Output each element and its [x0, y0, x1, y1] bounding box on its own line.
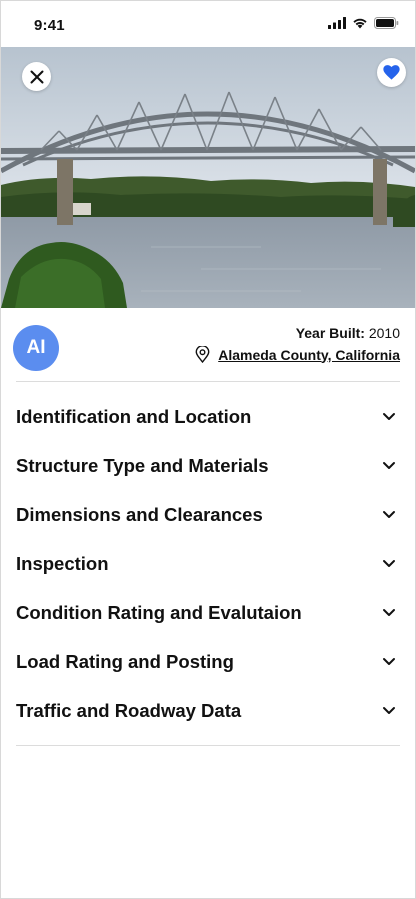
bridge-photo: [1, 47, 415, 308]
status-time: 9:41: [34, 17, 65, 34]
chevron-down-icon: [382, 559, 396, 568]
bridge-summary: AI Year Built: 2010 Alameda County, Cali…: [13, 308, 400, 382]
chevron-down-icon: [382, 412, 396, 421]
phone-screen: 9:41 AI Year Built: 2010 Alameda County,…: [0, 0, 416, 899]
chevron-down-icon: [382, 510, 396, 519]
close-icon: [30, 70, 43, 83]
section-label: Structure Type and Materials: [16, 454, 269, 476]
wifi-icon: [353, 18, 367, 29]
chevron-down-icon: [382, 461, 396, 470]
avatar: AI: [13, 325, 59, 371]
year-built-label: Year Built:: [295, 325, 365, 341]
section-traffic-roadway[interactable]: Traffic and Roadway Data: [16, 686, 400, 735]
chevron-down-icon: [382, 706, 396, 715]
section-structure-type-materials[interactable]: Structure Type and Materials: [16, 441, 400, 490]
status-icons: [328, 17, 399, 29]
hero-image: [1, 47, 415, 308]
signal-icon: [328, 17, 346, 29]
section-dimensions-clearances[interactable]: Dimensions and Clearances: [16, 490, 400, 539]
location-link[interactable]: Alameda County, California: [218, 347, 400, 363]
year-built: Year Built: 2010: [296, 325, 400, 341]
section-inspection[interactable]: Inspection: [16, 539, 400, 588]
battery-icon: [374, 17, 399, 29]
location: Alameda County, California: [195, 346, 400, 363]
section-label: Load Rating and Posting: [16, 650, 234, 672]
status-bar: 9:41: [1, 1, 415, 47]
section-list: Identification and Location Structure Ty…: [16, 392, 400, 746]
section-condition-rating[interactable]: Condition Rating and Evalutaion: [16, 588, 400, 637]
avatar-initials: AI: [26, 337, 46, 358]
section-label: Inspection: [16, 552, 109, 574]
map-pin-icon: [195, 346, 210, 363]
section-label: Dimensions and Clearances: [16, 503, 263, 525]
section-load-rating-posting[interactable]: Load Rating and Posting: [16, 637, 400, 686]
heart-icon: [383, 65, 400, 80]
year-built-value: 2010: [368, 325, 400, 341]
section-label: Condition Rating and Evalutaion: [16, 601, 302, 623]
chevron-down-icon: [382, 608, 396, 617]
chevron-down-icon: [382, 657, 396, 666]
section-identification-location[interactable]: Identification and Location: [16, 392, 400, 441]
favorite-button[interactable]: [377, 58, 406, 87]
close-button[interactable]: [22, 62, 51, 91]
section-label: Traffic and Roadway Data: [16, 699, 242, 721]
section-label: Identification and Location: [16, 405, 252, 427]
